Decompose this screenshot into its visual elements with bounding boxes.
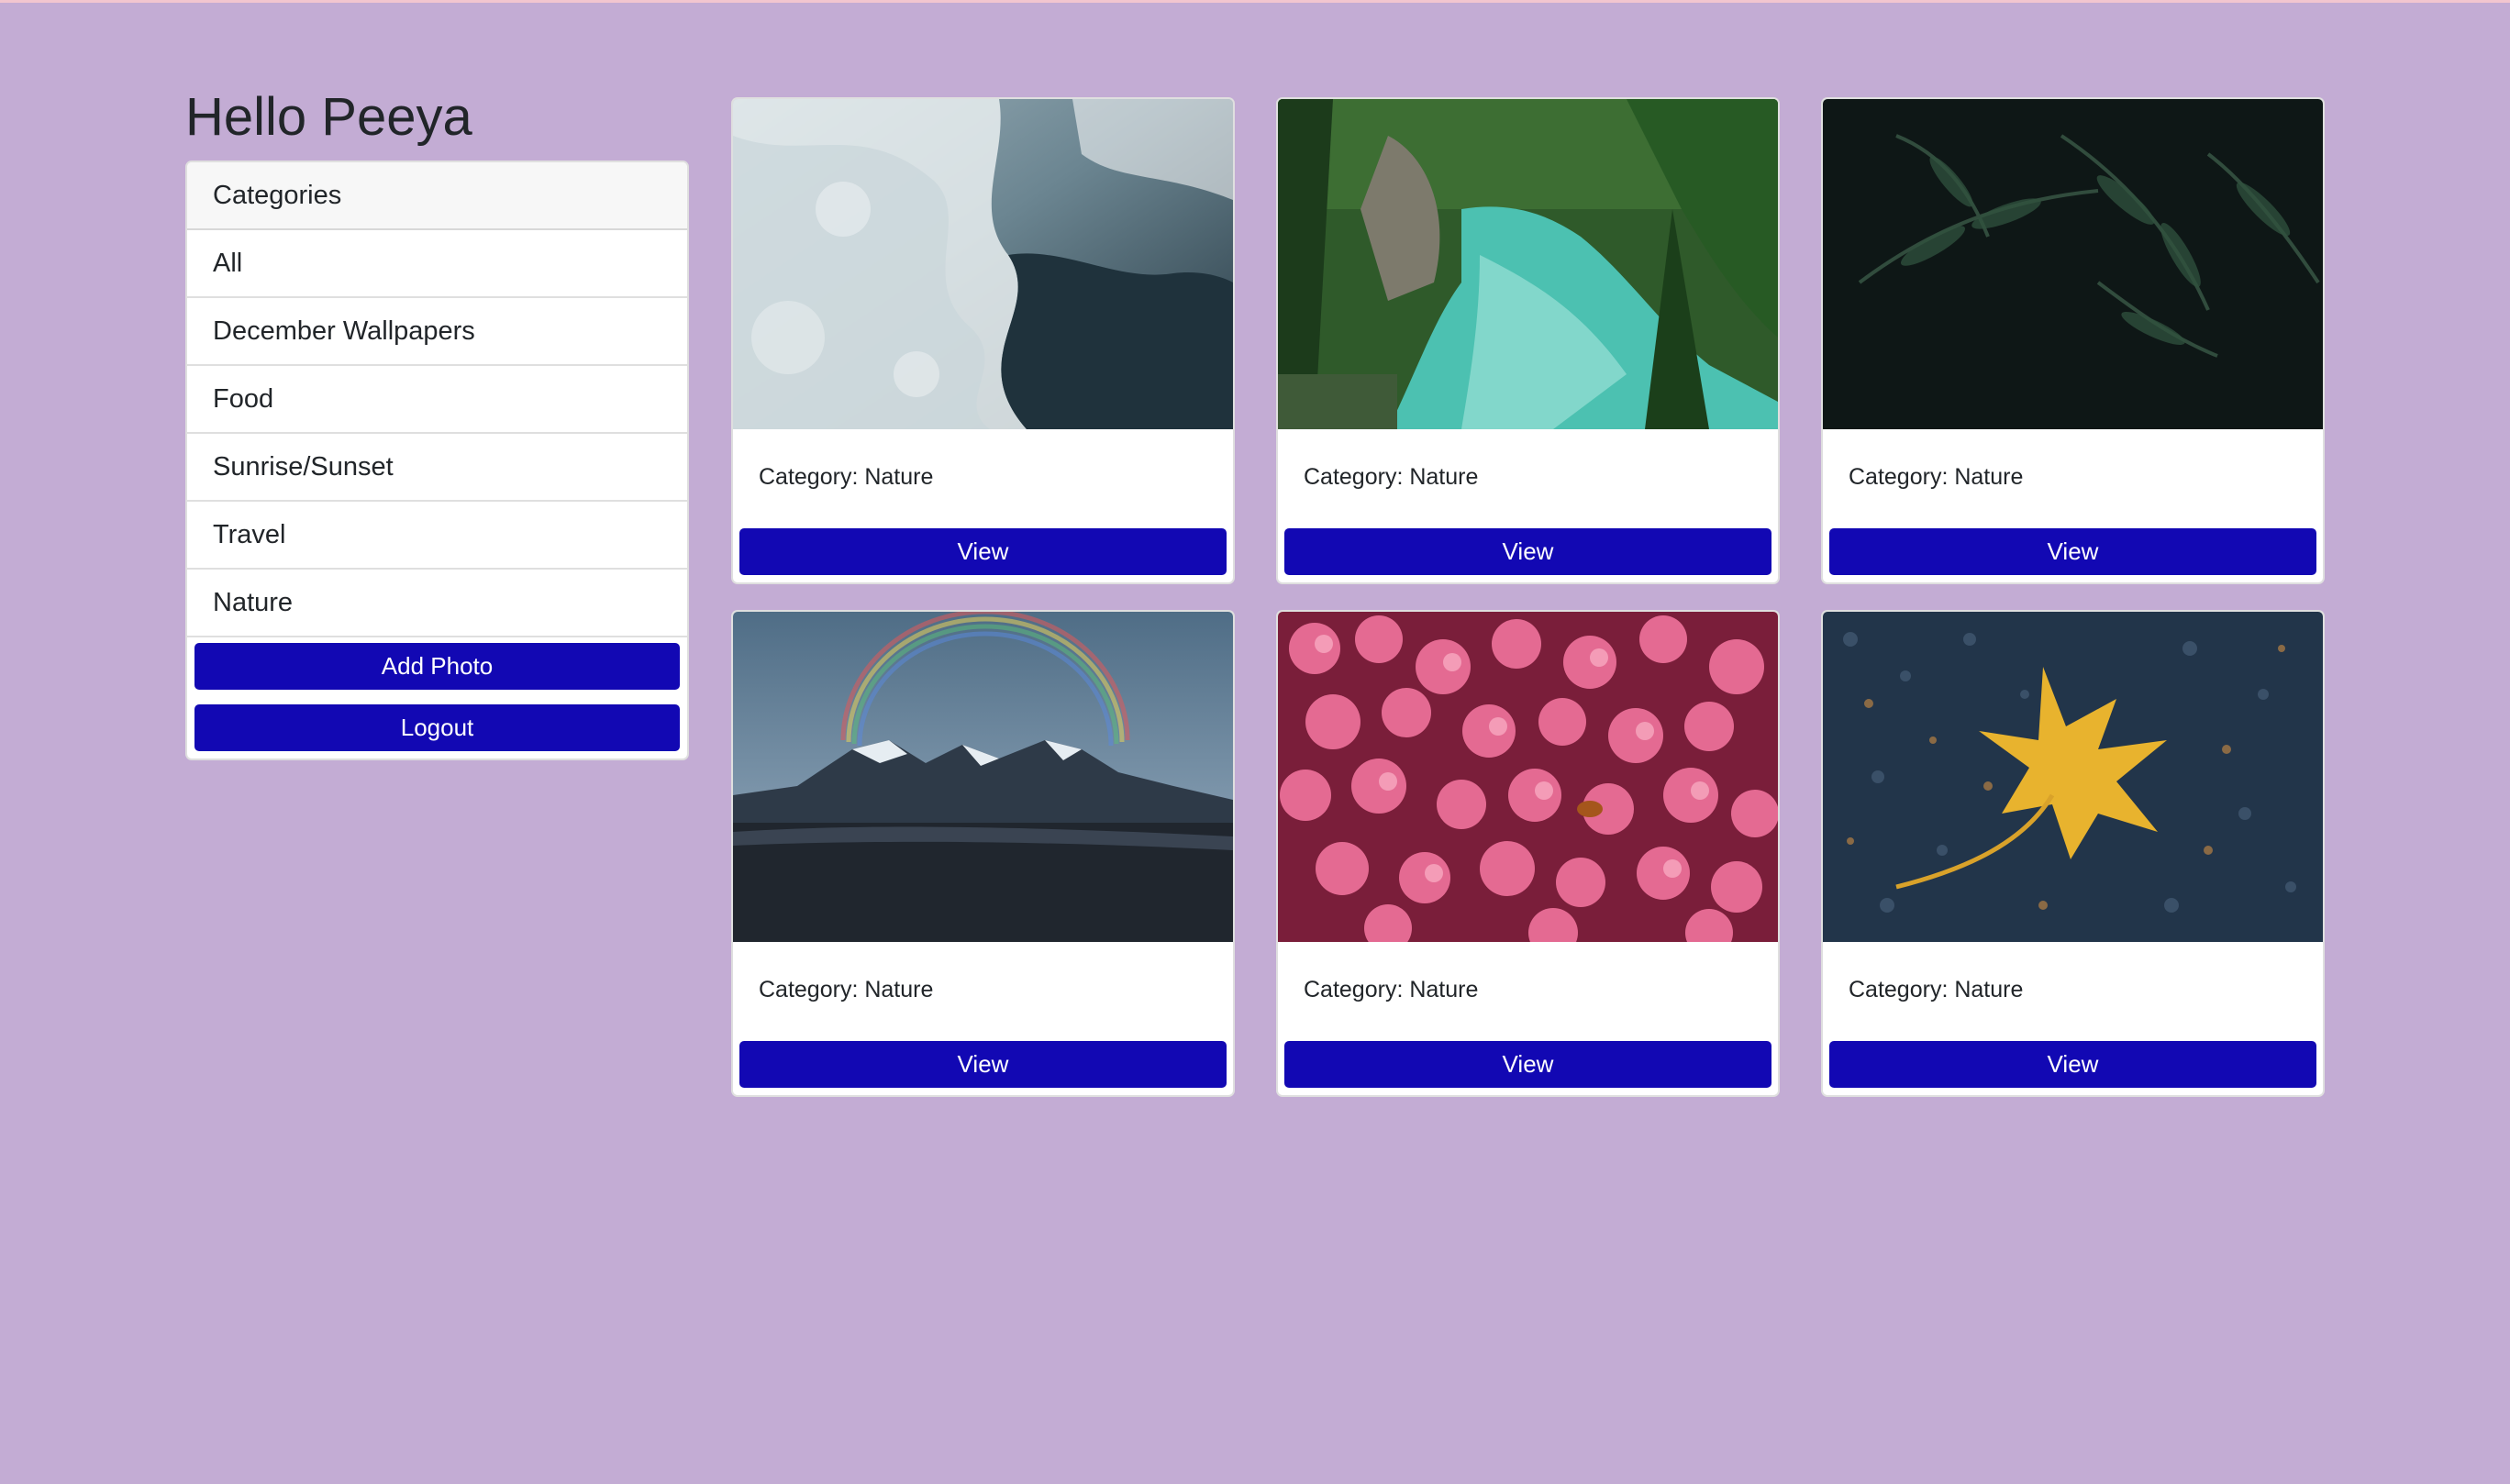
category-item-food[interactable]: Food bbox=[187, 366, 687, 434]
photo-pink-flowers-image[interactable] bbox=[1278, 612, 1778, 942]
view-button[interactable]: View bbox=[739, 1041, 1227, 1088]
view-button[interactable]: View bbox=[1284, 528, 1771, 575]
photo-category-label: Category: Nature bbox=[1849, 464, 2024, 490]
category-item-sunrise-sunset[interactable]: Sunrise/Sunset bbox=[187, 434, 687, 502]
photo-card: Category: Nature View bbox=[1276, 610, 1780, 1097]
photo-category-label: Category: Nature bbox=[1849, 977, 2024, 1002]
category-item-nature[interactable]: Nature bbox=[187, 570, 687, 637]
sidebar-actions: Add Photo Logout bbox=[187, 637, 687, 759]
top-accent-line bbox=[0, 0, 2510, 3]
photo-card: Category: Nature View bbox=[731, 97, 1235, 584]
category-item-december-wallpapers[interactable]: December Wallpapers bbox=[187, 298, 687, 366]
photo-card: Category: Nature View bbox=[1821, 610, 2325, 1097]
category-item-all[interactable]: All bbox=[187, 230, 687, 298]
photo-category-label: Category: Nature bbox=[1304, 977, 1479, 1002]
photo-card: Category: Nature View bbox=[731, 610, 1235, 1097]
categories-panel: Categories All December Wallpapers Food … bbox=[185, 161, 689, 760]
photo-mountain-rainbow-image[interactable] bbox=[733, 612, 1233, 942]
photo-card: Category: Nature View bbox=[1821, 97, 2325, 584]
photo-category-label: Category: Nature bbox=[759, 464, 934, 490]
view-button[interactable]: View bbox=[1829, 1041, 2316, 1088]
photo-category-label: Category: Nature bbox=[1304, 464, 1479, 490]
categories-header: Categories bbox=[187, 162, 687, 230]
photo-fern-leaves-image[interactable] bbox=[1823, 99, 2323, 429]
photo-card: Category: Nature View bbox=[1276, 97, 1780, 584]
photo-ocean-waves-image[interactable] bbox=[733, 99, 1233, 429]
greeting-heading: Hello Peeya bbox=[185, 87, 472, 147]
category-item-travel[interactable]: Travel bbox=[187, 502, 687, 570]
view-button[interactable]: View bbox=[739, 528, 1227, 575]
photo-category-label: Category: Nature bbox=[759, 977, 934, 1002]
photo-yellow-leaf-image[interactable] bbox=[1823, 612, 2323, 942]
add-photo-button[interactable]: Add Photo bbox=[194, 643, 680, 690]
view-button[interactable]: View bbox=[1284, 1041, 1771, 1088]
photo-river-forest-image[interactable] bbox=[1278, 99, 1778, 429]
logout-button[interactable]: Logout bbox=[194, 704, 680, 751]
view-button[interactable]: View bbox=[1829, 528, 2316, 575]
